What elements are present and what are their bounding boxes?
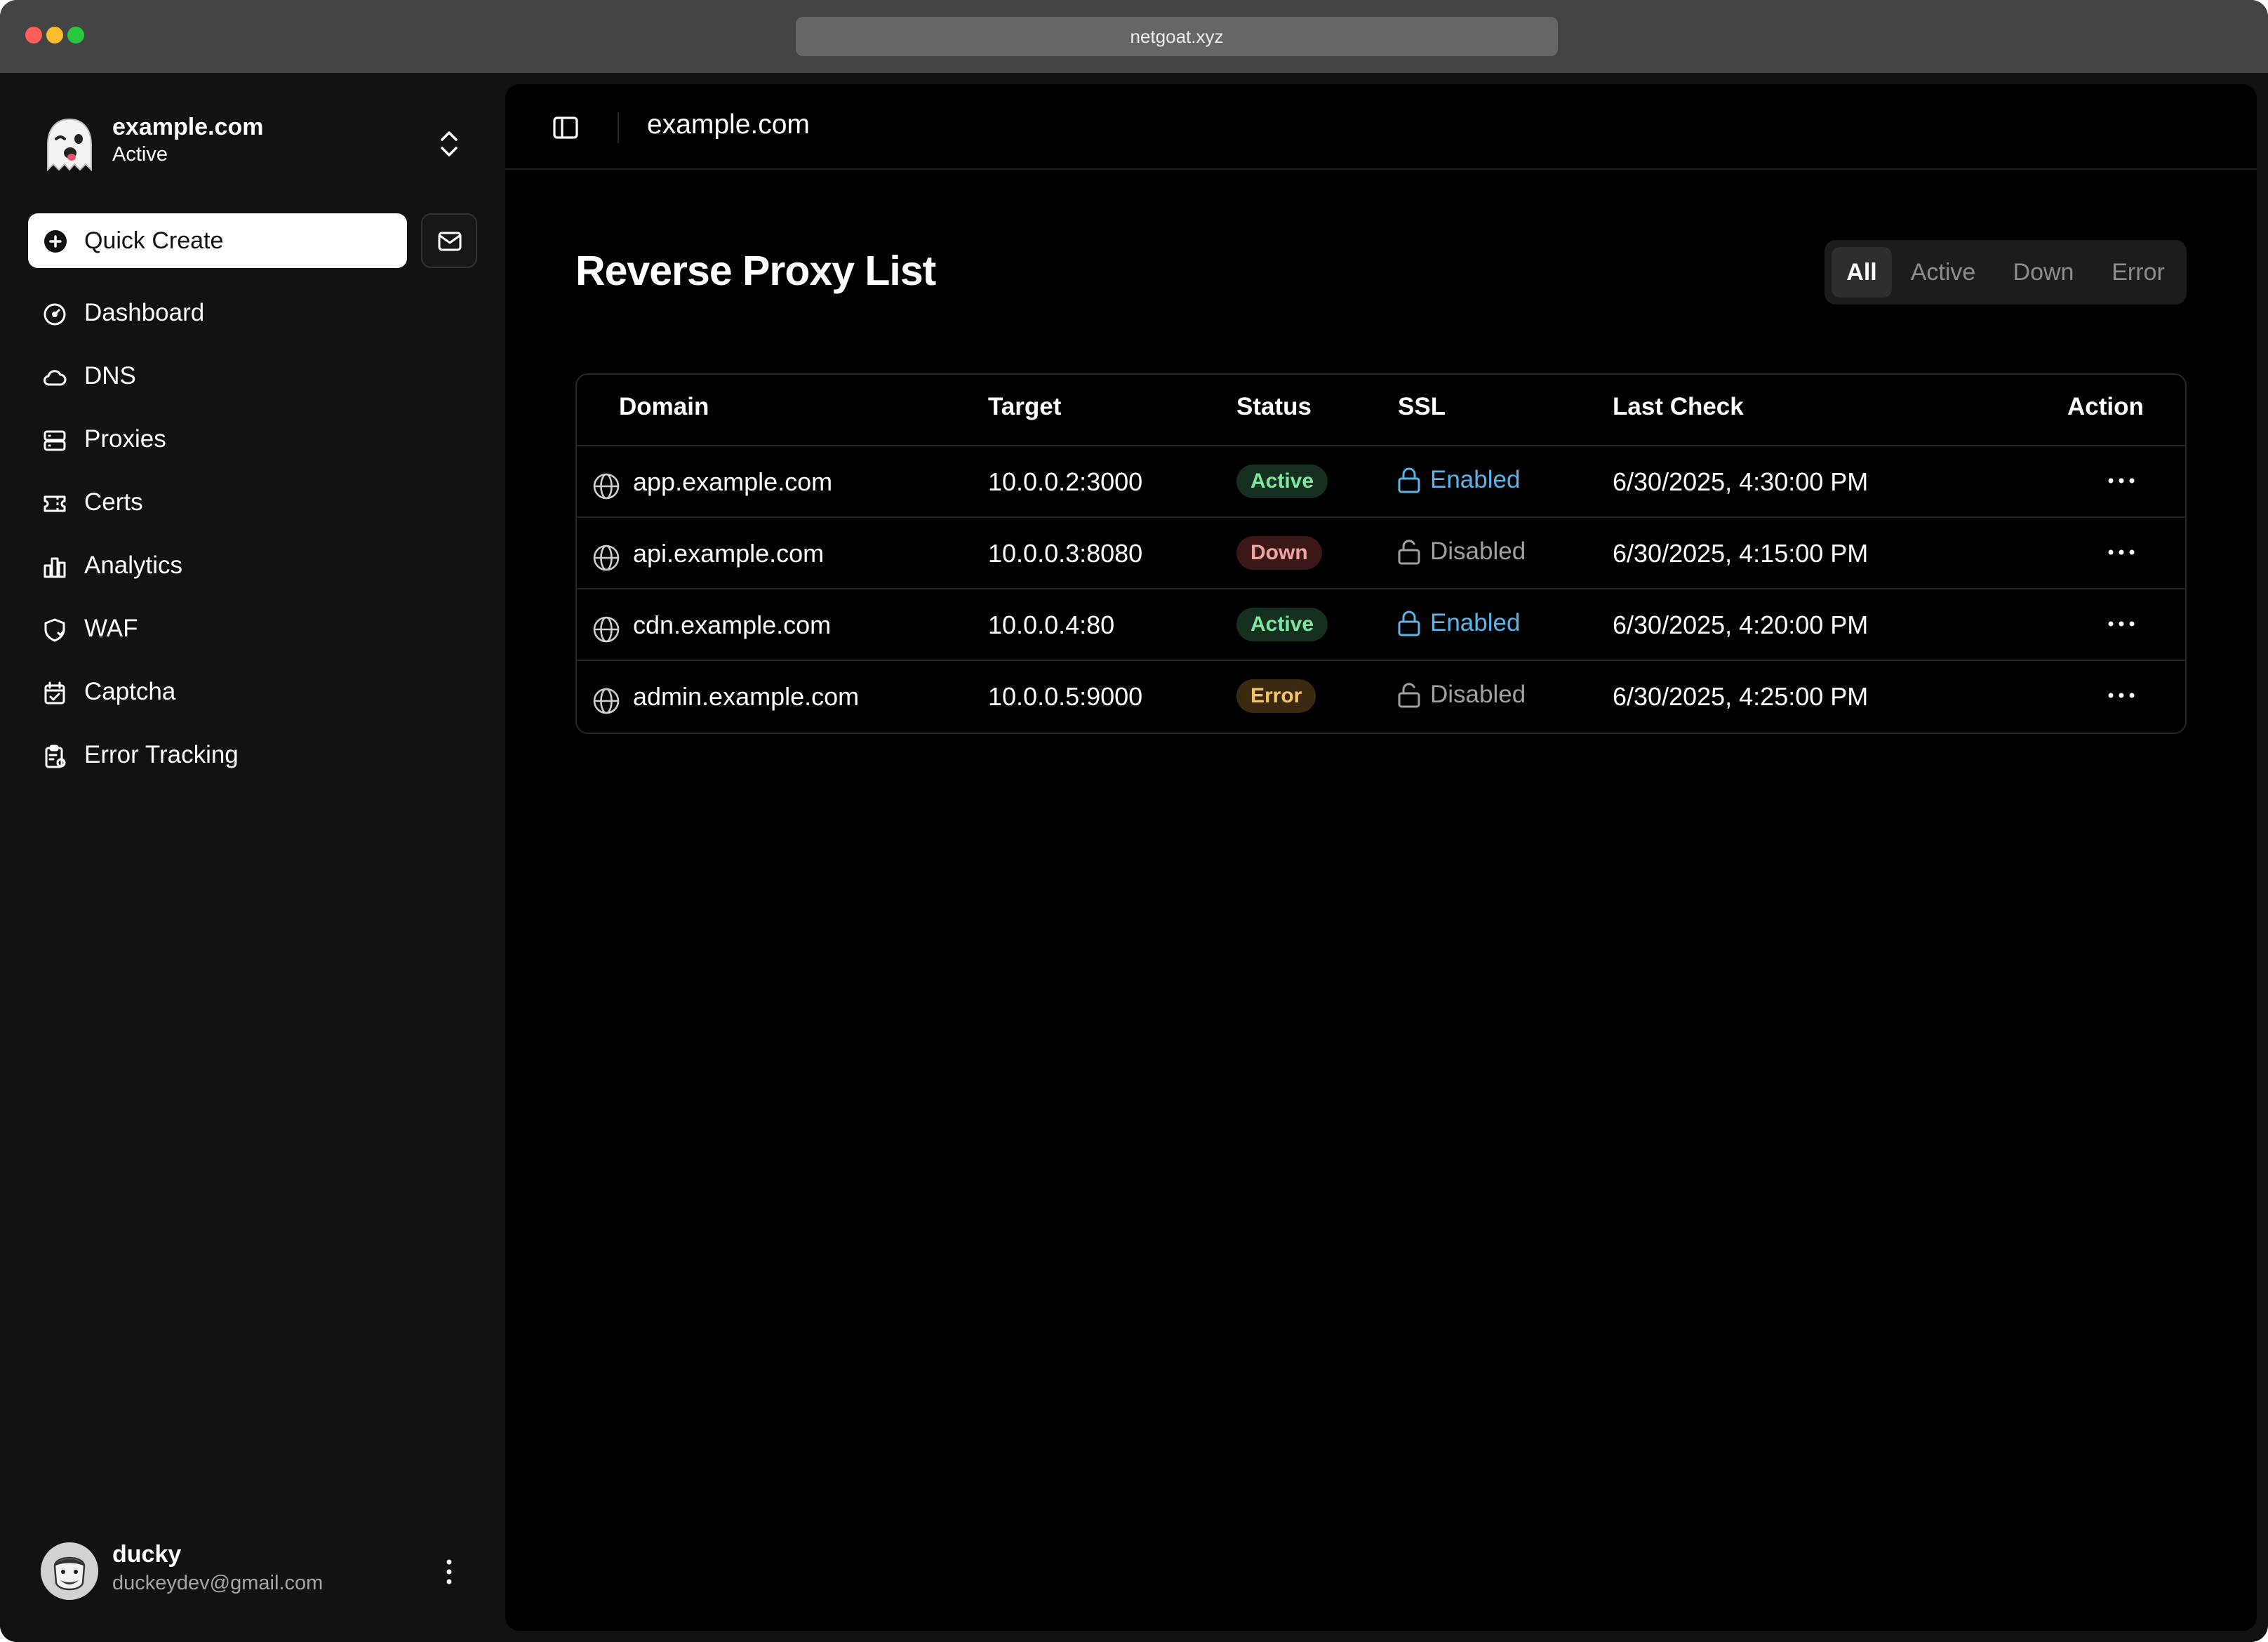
ssl-label: Disabled (1430, 538, 1526, 565)
sidebar-item-certs[interactable]: Certs (28, 477, 477, 528)
table-row[interactable]: app.example.com 10.0.0.2:3000 Active Ena… (577, 445, 2185, 516)
address-bar[interactable]: netgoat.xyz (796, 17, 1558, 56)
row-domain: admin.example.com (633, 682, 860, 711)
header-divider (618, 112, 619, 143)
sidebar-item-label: DNS (84, 362, 136, 389)
sidebar-item-label: Certs (84, 488, 143, 516)
sidebar-item-label: WAF (84, 615, 138, 642)
row-last-check: 6/30/2025, 4:15:00 PM (1613, 539, 1869, 568)
main-panel: example.com Reverse Proxy List All Activ… (505, 84, 2257, 1631)
ticket-icon (42, 491, 67, 516)
row-domain: api.example.com (633, 539, 825, 568)
sidebar-item-analytics[interactable]: Analytics (28, 540, 477, 591)
column-header-last-check: Last Check (1613, 393, 1744, 420)
row-target: 10.0.0.5:9000 (988, 682, 1143, 711)
breadcrumb: example.com (647, 109, 810, 140)
team-name: example.com (112, 114, 264, 140)
more-horizontal-icon[interactable] (2105, 613, 2137, 634)
shield-icon (42, 618, 67, 643)
sidebar-item-dns[interactable]: DNS (28, 351, 477, 401)
globe-icon (592, 472, 620, 500)
tab-active[interactable]: Active (1897, 247, 1989, 298)
row-target: 10.0.0.4:80 (988, 610, 1115, 639)
status-filter-tabs: All Active Down Error (1825, 240, 2187, 305)
sidebar-item-label: Dashboard (84, 299, 205, 326)
row-last-check: 6/30/2025, 4:30:00 PM (1613, 467, 1869, 496)
calendar-check-icon (42, 681, 67, 706)
sidebar-item-label: Captcha (84, 678, 176, 705)
minimize-window-button[interactable] (46, 27, 63, 44)
browser-title-bar: netgoat.xyz (0, 0, 2268, 73)
column-header-ssl: SSL (1398, 393, 1446, 420)
sidebar-item-captcha[interactable]: Captcha (28, 667, 477, 717)
column-header-status: Status (1236, 393, 1312, 420)
server-icon (42, 428, 67, 453)
row-target: 10.0.0.3:8080 (988, 539, 1143, 568)
table-row[interactable]: api.example.com 10.0.0.3:8080 Down Disab… (577, 516, 2185, 588)
ssl-label: Disabled (1430, 681, 1526, 708)
plus-circle-icon (44, 229, 67, 253)
browser-window: netgoat.xyz example.com Active Quick Cre… (0, 0, 2268, 1642)
page-title: Reverse Proxy List (575, 248, 936, 294)
more-vertical-icon[interactable] (436, 1554, 462, 1590)
cloud-icon (42, 365, 67, 390)
ssl-label: Enabled (1430, 466, 1521, 493)
sidebar-item-label: Proxies (84, 425, 166, 453)
row-last-check: 6/30/2025, 4:20:00 PM (1613, 610, 1869, 639)
bar-chart-icon (42, 554, 67, 580)
clipboard-icon (42, 744, 67, 769)
status-badge: Active (1236, 465, 1328, 498)
tab-all[interactable]: All (1832, 247, 1892, 298)
status-badge: Error (1236, 679, 1316, 713)
sidebar-item-dashboard[interactable]: Dashboard (28, 288, 477, 338)
ghost-icon (39, 115, 100, 175)
ssl-label: Enabled (1430, 609, 1521, 636)
status-badge: Active (1236, 608, 1328, 641)
column-header-action: Action (2067, 393, 2144, 420)
status-badge: Down (1236, 536, 1322, 570)
sidebar-toggle-icon[interactable] (550, 112, 581, 143)
sidebar-item-error-tracking[interactable]: Error Tracking (28, 730, 477, 780)
sidebar-item-proxies[interactable]: Proxies (28, 414, 477, 465)
quick-create-label: Quick Create (84, 227, 224, 254)
column-header-target: Target (988, 393, 1062, 420)
globe-icon (592, 615, 620, 643)
row-domain: cdn.example.com (633, 610, 832, 639)
globe-icon (592, 544, 620, 572)
row-domain: app.example.com (633, 467, 833, 496)
table-row[interactable]: admin.example.com 10.0.0.5:9000 Error Di… (577, 660, 2185, 731)
gauge-icon (42, 302, 67, 327)
chevrons-up-down-icon[interactable] (435, 128, 463, 160)
more-horizontal-icon[interactable] (2105, 542, 2137, 563)
inbox-button[interactable] (421, 213, 477, 268)
tab-error[interactable]: Error (2097, 247, 2180, 298)
user-email: duckeydev@gmail.com (112, 1572, 323, 1594)
lock-open-icon (1396, 681, 1422, 709)
lock-icon (1396, 609, 1422, 637)
sidebar-item-waf[interactable]: WAF (28, 603, 477, 654)
tab-down[interactable]: Down (1994, 247, 2093, 298)
more-horizontal-icon[interactable] (2105, 470, 2137, 491)
lock-icon (1396, 466, 1422, 494)
lock-open-icon (1396, 538, 1422, 566)
proxy-table: Domain Target Status SSL Last Check Acti… (575, 373, 2187, 734)
header-border (505, 168, 2257, 170)
close-window-button[interactable] (25, 27, 42, 44)
row-target: 10.0.0.2:3000 (988, 467, 1143, 496)
avatar (41, 1542, 98, 1600)
quick-create-button[interactable]: Quick Create (28, 213, 407, 268)
globe-icon (592, 687, 620, 715)
row-last-check: 6/30/2025, 4:25:00 PM (1613, 682, 1869, 711)
team-status: Active (112, 143, 168, 166)
more-horizontal-icon[interactable] (2105, 685, 2137, 706)
maximize-window-button[interactable] (67, 27, 84, 44)
column-header-domain: Domain (619, 393, 709, 420)
sidebar-item-label: Analytics (84, 552, 183, 579)
sidebar: example.com Active Quick Create Dashboar… (0, 73, 505, 1642)
sidebar-item-label: Error Tracking (84, 741, 239, 768)
table-row[interactable]: cdn.example.com 10.0.0.4:80 Active Enabl… (577, 588, 2185, 660)
user-name: ducky (112, 1541, 182, 1568)
